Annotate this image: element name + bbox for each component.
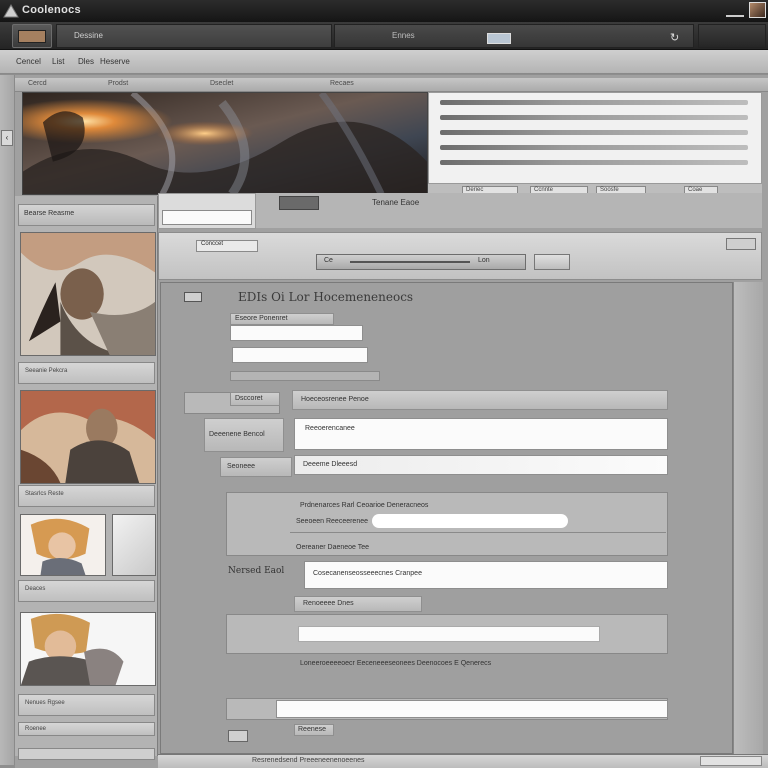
left-gutter — [0, 75, 15, 765]
app-title: Coolenocs — [22, 4, 81, 16]
thumbnail-caption-4: Nenues Rgsee — [18, 694, 155, 716]
tab-primary-label: Dessine — [74, 31, 103, 40]
collapse-sidebar-icon[interactable]: ‹ — [1, 130, 13, 146]
ok-button[interactable]: Reenese — [294, 724, 334, 736]
status-bar — [158, 754, 768, 768]
sidebar-bottom-bar — [18, 748, 155, 760]
group-divider — [290, 532, 666, 533]
utility-input[interactable] — [162, 210, 252, 225]
thumbnail-knight[interactable] — [20, 612, 156, 686]
footer-input[interactable] — [276, 700, 668, 718]
utility-label: Tenane Eaoe — [372, 198, 420, 207]
form-header-icon — [184, 292, 202, 302]
sidebar-header-label: Bearse Reasme — [24, 210, 75, 217]
header-field-value: Lon — [478, 257, 490, 264]
text-area[interactable] — [298, 626, 600, 642]
long-description: Loneeroeeeeoecr Eeceneeeseonees Deenocoe… — [300, 660, 492, 667]
tab-secondary-toggle-button[interactable] — [487, 33, 511, 44]
status-indicator — [700, 756, 762, 766]
row-label-2: Deeenene Bencol — [204, 418, 284, 452]
thumbnail-warrior[interactable] — [20, 232, 156, 356]
header-close-button[interactable] — [726, 238, 756, 250]
hero-list-panel — [428, 92, 762, 184]
account-avatar[interactable] — [749, 2, 766, 18]
group-line-2: Oereaner Daeneoe Tee — [296, 544, 370, 551]
group-title: Prdnenarces Rarl Ceoarioe Deneracneos — [300, 502, 429, 509]
group-line-1: Seeoeen Reeceerenee — [296, 518, 369, 525]
strip-label-1[interactable]: Cercd — [28, 80, 47, 87]
list-item[interactable] — [440, 160, 748, 165]
tab-tertiary[interactable] — [698, 24, 766, 48]
row-label-3: Seoneee — [220, 457, 292, 477]
nav-label: Nersed Eaol — [228, 566, 285, 576]
form-heading: EDIs Oi Lor Hocemeneneocs — [238, 290, 414, 304]
thumbnail-caption-2: Stasrlcs Reste — [18, 485, 155, 507]
group-search-input[interactable] — [372, 514, 568, 528]
list-item[interactable] — [440, 115, 748, 120]
app-logo-icon — [3, 4, 19, 18]
list-item[interactable] — [440, 130, 748, 135]
hero-artwork-image — [22, 92, 428, 195]
header-field-label: Ce — [324, 257, 333, 264]
row-value-3[interactable]: Deeeme Dleeesd — [294, 455, 668, 475]
utility-strip — [256, 193, 762, 228]
field-input-2[interactable] — [232, 347, 368, 363]
menu-item-4[interactable]: Heserve — [100, 57, 130, 66]
refresh-icon[interactable]: ↻ — [670, 31, 679, 44]
thumbnail-caption-3: Deaces — [18, 580, 155, 602]
tab-secondary-label: Ennes — [392, 31, 415, 40]
thumbnail-sketch[interactable] — [112, 514, 156, 576]
utility-thumbnail[interactable] — [279, 196, 319, 210]
menu-item-2[interactable]: List — [52, 57, 64, 66]
attachment-icon[interactable] — [228, 730, 248, 742]
field-label-1: Eseore Ponenret — [230, 313, 334, 325]
row-value-1[interactable]: Hoeceosrenee Penoe — [292, 390, 668, 410]
minimize-icon[interactable] — [726, 3, 744, 17]
field-input-1[interactable] — [230, 325, 363, 341]
strip-label-4[interactable]: Recaes — [330, 80, 354, 87]
strip-label-3[interactable]: Dseclet — [210, 80, 233, 87]
thumbnail-character[interactable] — [20, 514, 106, 576]
form-scrollbar[interactable] — [733, 282, 763, 754]
list-item[interactable] — [440, 145, 748, 150]
sidebar-footer-item[interactable]: Roenee — [18, 722, 155, 736]
tab-secondary[interactable] — [334, 24, 694, 48]
strip-label-2[interactable]: Prodst — [108, 80, 128, 87]
document-thumbnail-icon — [18, 30, 46, 43]
nav-value-field[interactable]: Cosecanenseosseeecnes Cranpee — [304, 561, 668, 589]
title-bar — [0, 0, 768, 22]
row-value-2[interactable]: Reeoerencanee — [294, 418, 668, 450]
field-divider — [230, 371, 380, 381]
menu-item-3[interactable]: Dles — [78, 57, 94, 66]
row-label-1: Dsccoret — [230, 392, 280, 406]
thumbnail-portrait[interactable] — [20, 390, 156, 484]
combo-box[interactable]: Renoeeee Dnes — [294, 596, 422, 612]
status-label: Resrenedsend Preeeneenenoeenes — [252, 757, 365, 764]
slider-track — [350, 261, 470, 263]
header-chip[interactable]: Conccet — [196, 240, 258, 252]
thumbnail-caption-1: Seeanie Pekcra — [18, 362, 155, 384]
header-apply-button[interactable] — [534, 254, 570, 270]
list-item[interactable] — [440, 100, 748, 105]
menu-item-1[interactable]: Cencel — [16, 57, 41, 66]
